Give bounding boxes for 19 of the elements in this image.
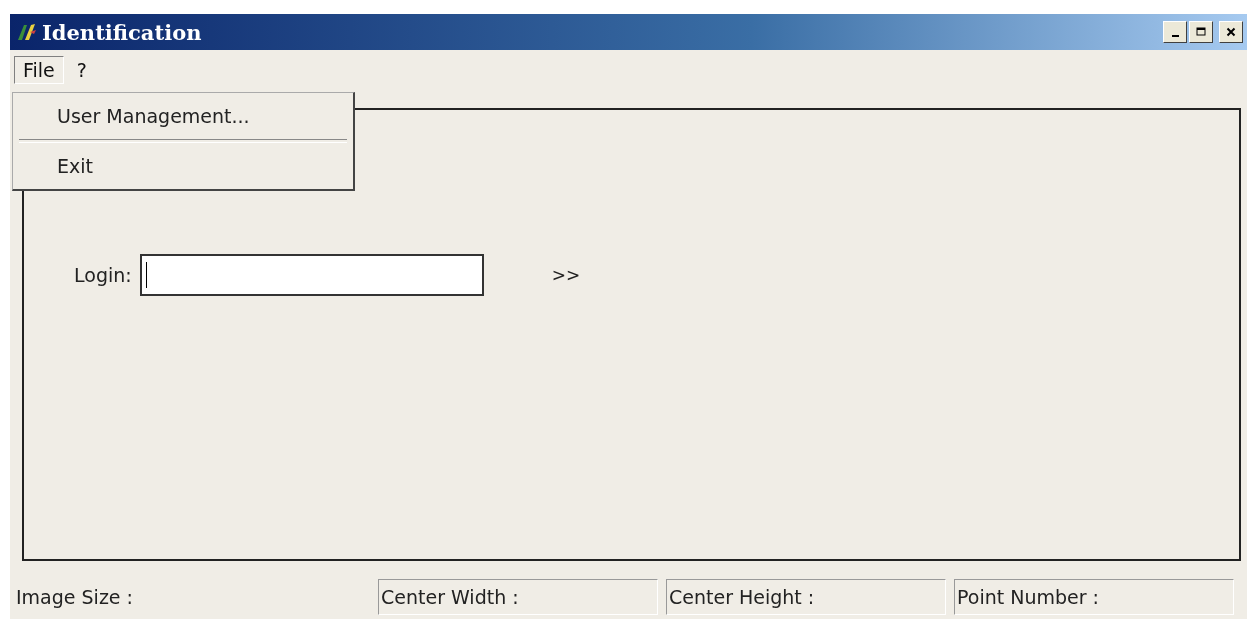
minimize-icon xyxy=(1171,34,1179,37)
next-button[interactable]: >> xyxy=(545,264,587,286)
window-title: Identification xyxy=(42,19,202,45)
minimize-button[interactable] xyxy=(1163,21,1187,43)
app-icon xyxy=(16,22,38,42)
menu-entry[interactable]: Exit xyxy=(13,147,353,185)
close-icon xyxy=(1226,27,1236,37)
status-field: Center Height : xyxy=(666,579,946,615)
login-label: Login: xyxy=(74,264,132,286)
menu-item[interactable]: ? xyxy=(67,56,96,84)
status-field: Center Width : xyxy=(378,579,658,615)
status-field: Point Number : xyxy=(954,579,1234,615)
menu-item[interactable]: File xyxy=(14,56,64,84)
maximize-button[interactable] xyxy=(1189,21,1213,43)
menu-entry[interactable]: User Management... xyxy=(13,97,353,135)
status-field: Image Size : xyxy=(14,579,370,615)
close-button[interactable] xyxy=(1219,21,1243,43)
login-field[interactable] xyxy=(139,254,484,296)
maximize-icon xyxy=(1196,27,1206,37)
